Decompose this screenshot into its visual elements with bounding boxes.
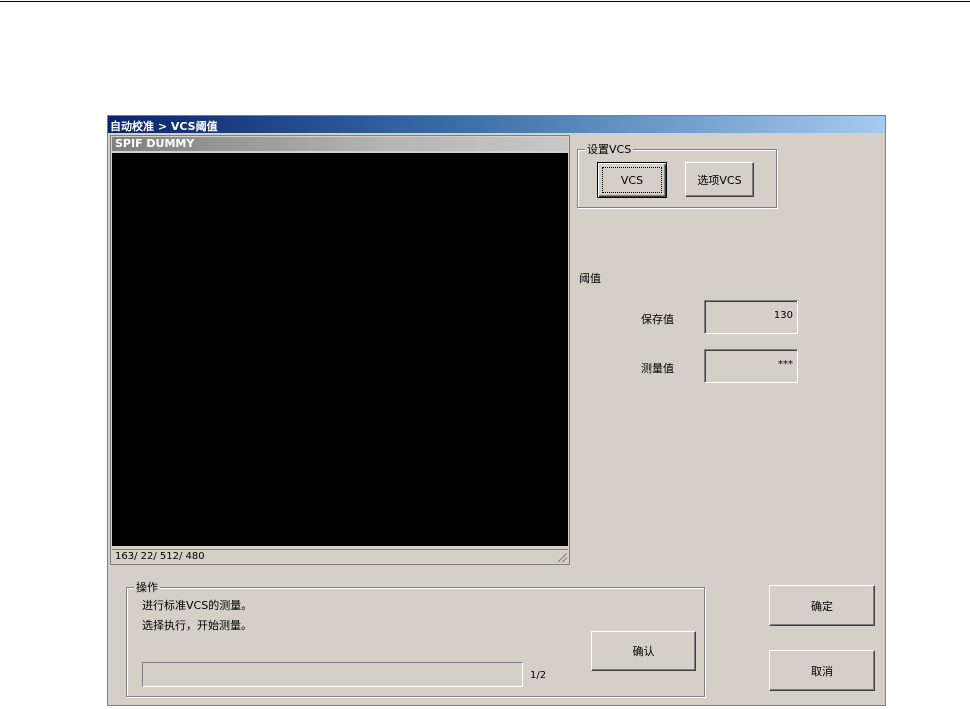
operation-instruction-1: 进行标准VCS的测量。: [142, 599, 253, 612]
step-counter: 1/2: [530, 670, 547, 681]
saved-value-label: 保存值: [641, 313, 674, 326]
camera-view: SPIF DUMMY 163/ 22/ 512/ 480: [110, 135, 570, 565]
confirm-measure-button[interactable]: 确认: [591, 631, 696, 671]
operation-legend: 操作: [134, 581, 160, 594]
size-grip-icon[interactable]: [558, 553, 567, 562]
vcs-settings-legend: 设置VCS: [585, 143, 634, 156]
camera-view-caption: SPIF DUMMY: [112, 137, 568, 151]
ok-button[interactable]: 确定: [769, 585, 875, 626]
option-vcs-button[interactable]: 选项VCS: [685, 162, 754, 197]
saved-value-field: 130: [704, 300, 798, 334]
camera-image[interactable]: [112, 153, 568, 546]
vcs-button[interactable]: VCS: [597, 162, 667, 198]
top-divider: [0, 1, 970, 2]
window-title: 自动校准 > VCS阈值: [110, 120, 218, 133]
measured-value-label: 测量值: [641, 362, 674, 375]
measurement-progress-bar: [142, 662, 523, 687]
threshold-heading: 阈值: [579, 272, 601, 285]
title-bar: 自动校准 > VCS阈值: [108, 116, 885, 133]
cancel-button[interactable]: 取消: [769, 650, 875, 691]
measured-value-field: ***: [704, 349, 798, 383]
operation-instruction-2: 选择执行，开始测量。: [142, 619, 252, 632]
camera-view-status: 163/ 22/ 512/ 480: [112, 549, 568, 563]
